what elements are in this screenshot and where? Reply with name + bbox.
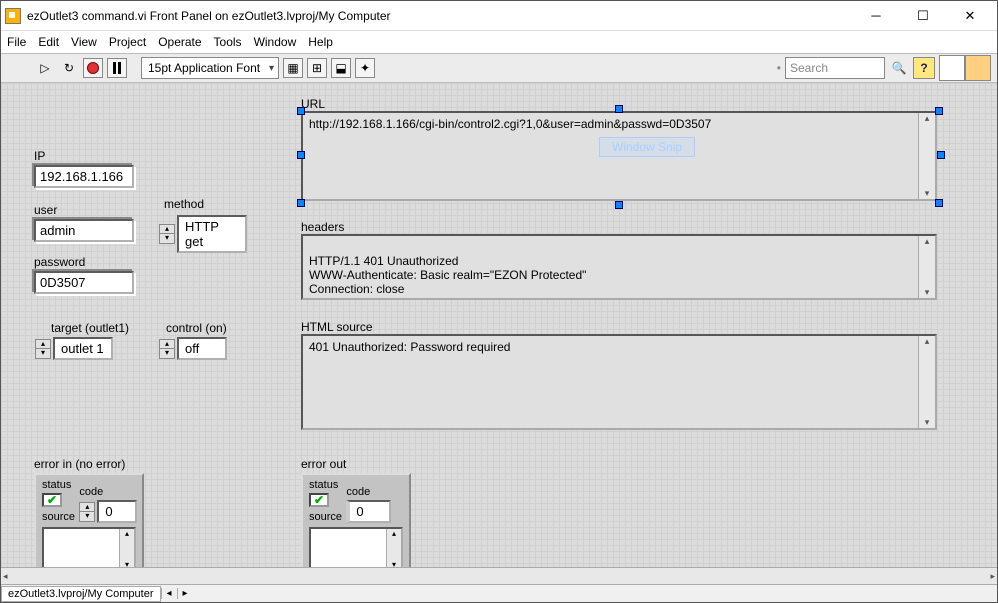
pause-button[interactable] [107, 58, 127, 78]
html-label: HTML source [301, 320, 373, 334]
code-label: code [79, 486, 103, 498]
app-icon [5, 8, 21, 24]
menu-view[interactable]: View [71, 35, 97, 49]
menu-tools[interactable]: Tools [214, 35, 242, 49]
error-in-cluster[interactable]: status ✔ code ▴▾ 0 source ▴▾ [34, 473, 144, 567]
ip-field[interactable]: 192.168.1.166 [34, 165, 134, 188]
toolbar: ▷ ↻ 15pt Application Font ▦ ⊞ ⬓ ✦ • Sear… [1, 53, 997, 83]
code-label: code [346, 486, 370, 498]
close-button[interactable]: ✕ [947, 2, 993, 30]
password-label: password [34, 255, 85, 269]
source-out-field: ▴▾ [309, 527, 403, 567]
html-value: 401 Unauthorized: Password required [309, 340, 510, 354]
resize-button[interactable]: ⬓ [331, 58, 351, 78]
sel-handle[interactable] [937, 151, 945, 159]
headers-label: headers [301, 220, 344, 234]
labview-logo [939, 55, 991, 81]
error-out-cluster[interactable]: status ✔ code 0 source ▴▾ [301, 473, 411, 567]
menu-file[interactable]: File [7, 35, 26, 49]
control-value: off [177, 337, 227, 360]
menu-edit[interactable]: Edit [38, 35, 59, 49]
target-control[interactable]: ▴▾ outlet 1 [35, 337, 113, 360]
titlebar: ezOutlet3 command.vi Front Panel on ezOu… [1, 1, 997, 31]
statusbar: ezOutlet3.lvproj/My Computer ◂▸ [1, 584, 997, 602]
code-in-value: 0 [97, 500, 137, 523]
app-window: ezOutlet3 command.vi Front Panel on ezOu… [0, 0, 998, 603]
method-control[interactable]: ▴▾ HTTP get [159, 215, 247, 253]
status-label: status [42, 479, 71, 491]
method-spinner[interactable]: ▴▾ [159, 224, 175, 244]
sel-handle[interactable] [935, 107, 943, 115]
reorder-button[interactable]: ✦ [355, 58, 375, 78]
url-value: http://192.168.1.166/cgi-bin/control2.cg… [309, 117, 711, 131]
control-spinner[interactable]: ▴▾ [159, 339, 175, 359]
method-value: HTTP get [177, 215, 247, 253]
distribute-button[interactable]: ⊞ [307, 58, 327, 78]
search-input[interactable]: Search [785, 57, 885, 79]
target-label: target (outlet1) [51, 321, 129, 335]
headers-indicator[interactable]: HTTP/1.1 401 Unauthorized WWW-Authentica… [301, 234, 937, 300]
code-out-value: 0 [346, 500, 391, 523]
align-button[interactable]: ▦ [283, 58, 303, 78]
menu-operate[interactable]: Operate [158, 35, 201, 49]
status-nav[interactable]: ◂▸ [161, 588, 193, 599]
error-in-label: error in (no error) [34, 457, 125, 471]
headers-scrollbar[interactable]: ▴▾ [918, 236, 935, 298]
help-button[interactable]: ? [913, 57, 935, 79]
status-led-out: ✔ [309, 493, 329, 507]
watermark: Window Snip [599, 137, 695, 157]
abort-button[interactable] [83, 58, 103, 78]
search-icon[interactable]: 🔍 [889, 58, 909, 78]
menubar: File Edit View Project Operate Tools Win… [1, 31, 997, 53]
url-scrollbar[interactable]: ▴▾ [918, 113, 935, 199]
status-path[interactable]: ezOutlet3.lvproj/My Computer [1, 586, 161, 602]
headers-value: HTTP/1.1 401 Unauthorized WWW-Authentica… [309, 254, 586, 296]
ip-label: IP [34, 149, 45, 163]
sel-handle[interactable] [615, 105, 623, 113]
user-label: user [34, 203, 57, 217]
sel-handle[interactable] [935, 199, 943, 207]
maximize-button[interactable]: ☐ [900, 2, 946, 30]
source-in-field[interactable]: ▴▾ [42, 527, 136, 567]
font-selector[interactable]: 15pt Application Font [141, 57, 279, 79]
status-led-in[interactable]: ✔ [42, 493, 62, 507]
status-label: status [309, 479, 338, 491]
run-button[interactable]: ▷ [35, 58, 55, 78]
minimize-button[interactable]: ─ [853, 2, 899, 30]
target-spinner[interactable]: ▴▾ [35, 339, 51, 359]
code-control-out: 0 [346, 500, 391, 523]
control-control[interactable]: ▴▾ off [159, 337, 227, 360]
sel-handle[interactable] [615, 201, 623, 209]
menu-window[interactable]: Window [254, 35, 297, 49]
target-value: outlet 1 [53, 337, 113, 360]
window-title: ezOutlet3 command.vi Front Panel on ezOu… [27, 9, 853, 23]
html-scrollbar[interactable]: ▴▾ [918, 336, 935, 428]
menu-help[interactable]: Help [308, 35, 333, 49]
sel-handle[interactable] [297, 199, 305, 207]
sel-handle[interactable] [297, 151, 305, 159]
code-control-in[interactable]: ▴▾ 0 [79, 500, 137, 523]
front-panel[interactable]: URL http://192.168.1.166/cgi-bin/control… [1, 83, 997, 567]
error-out-label: error out [301, 457, 346, 471]
password-field[interactable]: 0D3507 [34, 271, 134, 294]
sel-handle[interactable] [297, 107, 305, 115]
menu-project[interactable]: Project [109, 35, 146, 49]
user-field[interactable]: admin [34, 219, 134, 242]
method-label: method [164, 197, 204, 211]
control-label: control (on) [166, 321, 227, 335]
h-scrollbar[interactable]: ◂▸ [1, 567, 997, 584]
html-indicator[interactable]: 401 Unauthorized: Password required ▴▾ [301, 334, 937, 430]
run-cont-button[interactable]: ↻ [59, 58, 79, 78]
